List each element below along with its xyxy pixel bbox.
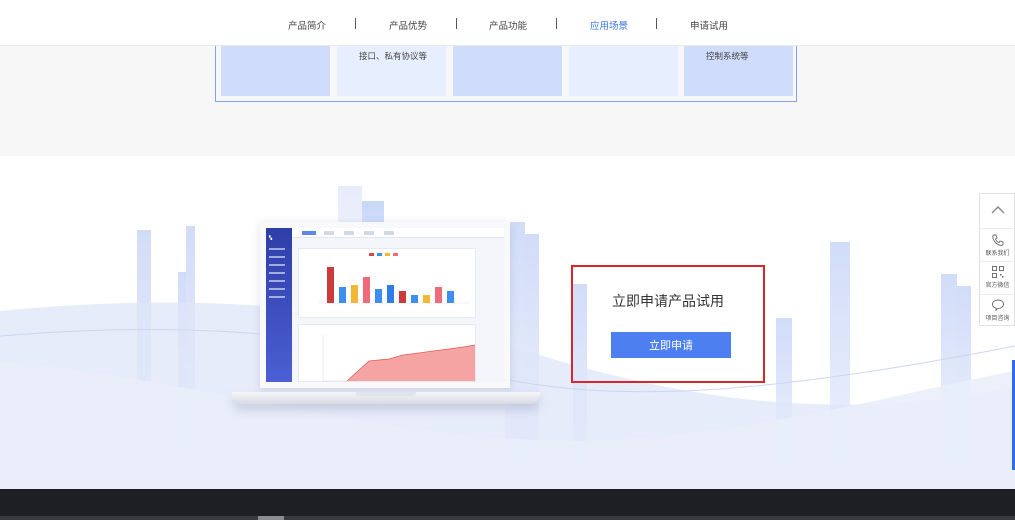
bar-chart-preview <box>319 253 469 304</box>
use-case-card[interactable]: 控制系统等 <box>684 44 793 96</box>
cta-title: 立即申请产品试用 <box>612 294 724 310</box>
horizontal-scrollbar[interactable] <box>0 516 1015 520</box>
use-case-card[interactable] <box>569 44 678 96</box>
nav-separator <box>456 18 457 29</box>
apply-now-button[interactable]: 立即申请 <box>611 332 731 358</box>
nav-item-product-advantages[interactable]: 产品优势 <box>389 18 427 32</box>
use-case-card[interactable] <box>221 44 330 96</box>
footer <box>0 489 1015 516</box>
area-chart-preview <box>322 335 476 382</box>
nav-item-product-features[interactable]: 产品功能 <box>489 18 527 32</box>
use-case-card-text: 控制系统等 <box>706 52 749 62</box>
contact-us-button[interactable]: 联系我们 <box>980 232 1015 262</box>
chevron-up-icon <box>991 206 1004 214</box>
floating-side-toolbar: 联系我们 官方微信 项目咨询 <box>979 193 1015 326</box>
laptop-screen-preview: ▚ <box>260 222 510 388</box>
bar-chart-panel <box>298 248 476 318</box>
use-case-card-text: 接口、私有协议等 <box>359 52 428 62</box>
area-chart-panel <box>298 324 476 382</box>
use-case-section: 接口、私有协议等 控制系统等 <box>0 44 1015 156</box>
app-logo: ▚ <box>269 235 273 240</box>
use-case-card[interactable] <box>453 44 562 96</box>
phone-icon <box>991 234 1003 246</box>
contact-us-label: 联系我们 <box>985 250 1010 257</box>
laptop-notch <box>356 392 416 396</box>
nav-item-apply-trial[interactable]: 申请试用 <box>690 18 728 32</box>
project-consult-label: 项目咨询 <box>985 315 1010 322</box>
use-case-cards-frame: 接口、私有协议等 控制系统等 <box>215 44 797 102</box>
nav-separator <box>556 18 557 29</box>
app-topbar <box>292 228 504 238</box>
nav-separator <box>355 18 356 29</box>
top-navigation: 产品简介 产品优势 产品功能 应用场景 申请试用 <box>0 0 1015 46</box>
nav-item-product-intro[interactable]: 产品简介 <box>288 18 326 32</box>
official-wechat-label: 官方微信 <box>985 282 1010 289</box>
use-case-card[interactable]: 接口、私有协议等 <box>337 44 446 96</box>
nav-separator <box>656 18 657 29</box>
horizontal-scrollbar-thumb[interactable] <box>258 516 284 520</box>
qrcode-icon <box>991 266 1004 278</box>
back-to-top-button[interactable] <box>980 202 1015 224</box>
official-wechat-button[interactable]: 官方微信 <box>980 264 1015 294</box>
chat-bubble-icon <box>991 299 1004 312</box>
project-consult-button[interactable]: 项目咨询 <box>980 297 1015 327</box>
app-sidebar: ▚ <box>266 228 292 382</box>
nav-item-use-cases[interactable]: 应用场景 <box>590 18 628 32</box>
trial-cta-box: 立即申请产品试用 立即申请 <box>571 265 765 383</box>
